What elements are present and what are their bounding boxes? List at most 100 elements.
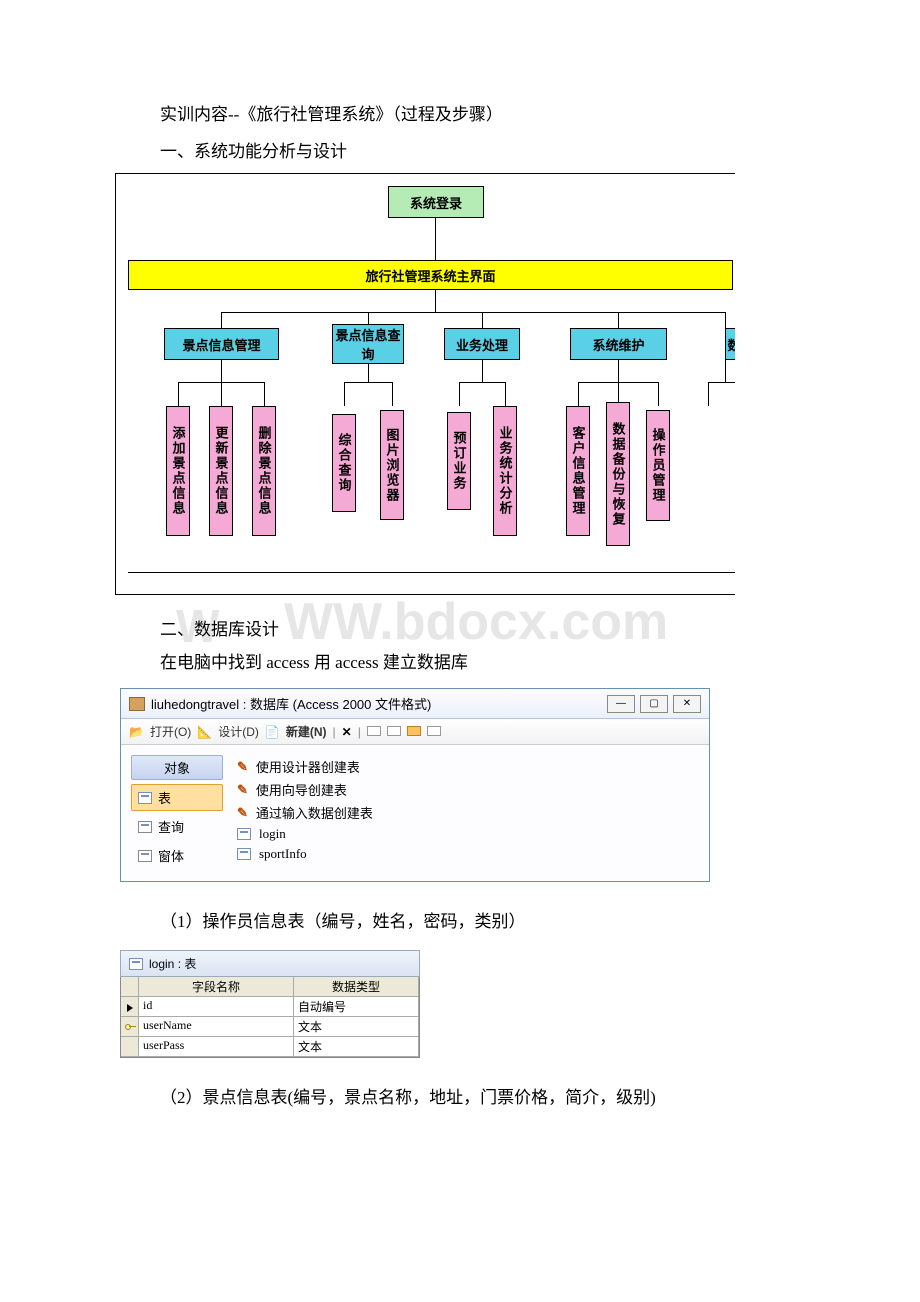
- main-item-wizard[interactable]: ✎使用向导创建表: [237, 778, 693, 801]
- login-table-title: login : 表: [120, 950, 420, 977]
- table-icon: [237, 828, 251, 840]
- leaf-0: 添加景点信息: [166, 406, 190, 536]
- data-type-cell[interactable]: 自动编号: [294, 997, 419, 1017]
- connector: [708, 382, 709, 406]
- close-btn[interactable]: ✕: [673, 695, 701, 713]
- leaf-5: 预订业务: [447, 412, 471, 510]
- connector: [459, 382, 460, 406]
- maximize-btn[interactable]: ▢: [640, 695, 668, 713]
- login-table-window: login : 表 字段名称 数据类型 id 自动编号 userName 文本 …: [120, 950, 420, 1058]
- data-type-cell[interactable]: 文本: [294, 1037, 419, 1057]
- connector: [435, 218, 436, 260]
- access-toolbar: 📂 打开(O) 📐 设计(D) 📄 新建(N) | ✕ |: [121, 719, 709, 745]
- diagram-l2-2: 业务处理: [444, 328, 520, 360]
- leaf-9: 操作员管理: [646, 410, 670, 521]
- connector: [482, 312, 483, 328]
- connector: [725, 360, 726, 382]
- field-name-cell[interactable]: userName: [139, 1017, 294, 1037]
- connector: [578, 382, 579, 406]
- toolbar-open[interactable]: 打开(O): [150, 723, 191, 740]
- view-icon-4[interactable]: [427, 725, 441, 739]
- login-table-title-text: login : 表: [149, 955, 196, 972]
- connector: [344, 382, 392, 383]
- sidebar-label: 窗体: [158, 846, 184, 865]
- diagram-l2-extra: 数: [725, 328, 735, 360]
- access-db-window: liuhedongtravel : 数据库 (Access 2000 文件格式)…: [120, 688, 710, 882]
- main-item-login[interactable]: login: [237, 824, 693, 844]
- primary-key-icon: [125, 1022, 134, 1032]
- toolbar-design-icon[interactable]: 📐: [197, 725, 212, 739]
- main-item-label: 使用设计器创建表: [256, 757, 360, 776]
- system-diagram: 系统登录 旅行社管理系统主界面 景点信息管理 景点信息查询 业务处理 系统维护 …: [115, 173, 735, 595]
- connector: [618, 360, 619, 382]
- toolbar-design[interactable]: 设计(D): [218, 723, 259, 740]
- leaf-3: 综合查询: [332, 414, 356, 512]
- access-window-title: liuhedongtravel : 数据库 (Access 2000 文件格式): [151, 694, 431, 713]
- connector: [482, 360, 483, 382]
- col-header-type: 数据类型: [294, 977, 419, 997]
- table-row[interactable]: userPass 文本: [121, 1037, 419, 1057]
- main-item-designer[interactable]: ✎使用设计器创建表: [237, 755, 693, 778]
- delete-icon[interactable]: ✕: [342, 725, 352, 739]
- view-icon-1[interactable]: [367, 725, 381, 739]
- training-title: 实训内容--《旅行社管理系统》（过程及步骤）: [160, 100, 820, 131]
- table2-caption: （2）景点信息表(编号，景点名称，地址，门票价格，简介，级别): [160, 1083, 820, 1108]
- sidebar-header: 对象: [131, 755, 223, 780]
- diagram-l2-1: 景点信息查询: [332, 324, 404, 364]
- access-sidebar: 对象 表 查询 窗体: [127, 751, 227, 875]
- table-icon: [129, 958, 143, 970]
- data-type-cell[interactable]: 文本: [294, 1017, 419, 1037]
- connector: [459, 382, 505, 383]
- diagram-l2-3: 系统维护: [570, 328, 667, 360]
- connector: [618, 312, 619, 328]
- diagram-node-main: 旅行社管理系统主界面: [128, 260, 733, 290]
- query-icon: [138, 821, 152, 833]
- row-selector: [121, 1037, 139, 1057]
- sidebar-item-forms[interactable]: 窗体: [131, 842, 223, 869]
- leaf-2: 删除景点信息: [252, 406, 276, 536]
- connector: [221, 312, 726, 313]
- leaf-1: 更新景点信息: [209, 406, 233, 536]
- main-item-input[interactable]: ✎通过输入数据创建表: [237, 801, 693, 824]
- window-controls: — ▢ ✕: [607, 695, 701, 713]
- field-name-cell[interactable]: userPass: [139, 1037, 294, 1057]
- row-selector: [121, 997, 139, 1017]
- toolbar-open-icon[interactable]: 📂: [129, 725, 144, 739]
- view-icon-3[interactable]: [407, 725, 421, 739]
- section-1-title: 一、系统功能分析与设计: [160, 137, 820, 168]
- col-header-field: 字段名称: [139, 977, 294, 997]
- connector: [392, 382, 393, 406]
- main-item-sportinfo[interactable]: sportInfo: [237, 844, 693, 864]
- connector: [344, 382, 345, 406]
- connector: [725, 312, 726, 328]
- access-main-list: ✎使用设计器创建表 ✎使用向导创建表 ✎通过输入数据创建表 login spor…: [227, 751, 703, 875]
- connector: [435, 290, 436, 312]
- connector: [264, 382, 265, 406]
- table-icon: [237, 848, 251, 860]
- connector: [221, 312, 222, 328]
- table-icon: [138, 792, 152, 804]
- minimize-btn[interactable]: —: [607, 695, 635, 713]
- row-selector-head: [121, 977, 139, 997]
- toolbar-new[interactable]: 新建(N): [286, 723, 327, 740]
- sidebar-item-queries[interactable]: 查询: [131, 813, 223, 840]
- connector: [708, 382, 735, 383]
- sidebar-label: 表: [158, 788, 171, 807]
- form-icon: [138, 850, 152, 862]
- connector: [658, 382, 659, 406]
- connector: [221, 360, 222, 382]
- database-icon: [129, 697, 145, 711]
- login-table-grid: 字段名称 数据类型 id 自动编号 userName 文本 userPass 文…: [120, 977, 420, 1058]
- table-row[interactable]: userName 文本: [121, 1017, 419, 1037]
- diagram-node-login: 系统登录: [388, 186, 484, 218]
- leaf-6: 业务统计分析: [493, 406, 517, 536]
- table-row[interactable]: id 自动编号: [121, 997, 419, 1017]
- field-name-cell[interactable]: id: [139, 997, 294, 1017]
- table1-caption: （1）操作员信息表（编号，姓名，密码，类别）: [160, 907, 820, 932]
- connector: [128, 572, 735, 573]
- sidebar-item-tables[interactable]: 表: [131, 784, 223, 811]
- connector: [178, 382, 179, 406]
- access-titlebar: liuhedongtravel : 数据库 (Access 2000 文件格式)…: [121, 689, 709, 719]
- toolbar-new-icon[interactable]: 📄: [265, 725, 280, 739]
- view-icon-2[interactable]: [387, 725, 401, 739]
